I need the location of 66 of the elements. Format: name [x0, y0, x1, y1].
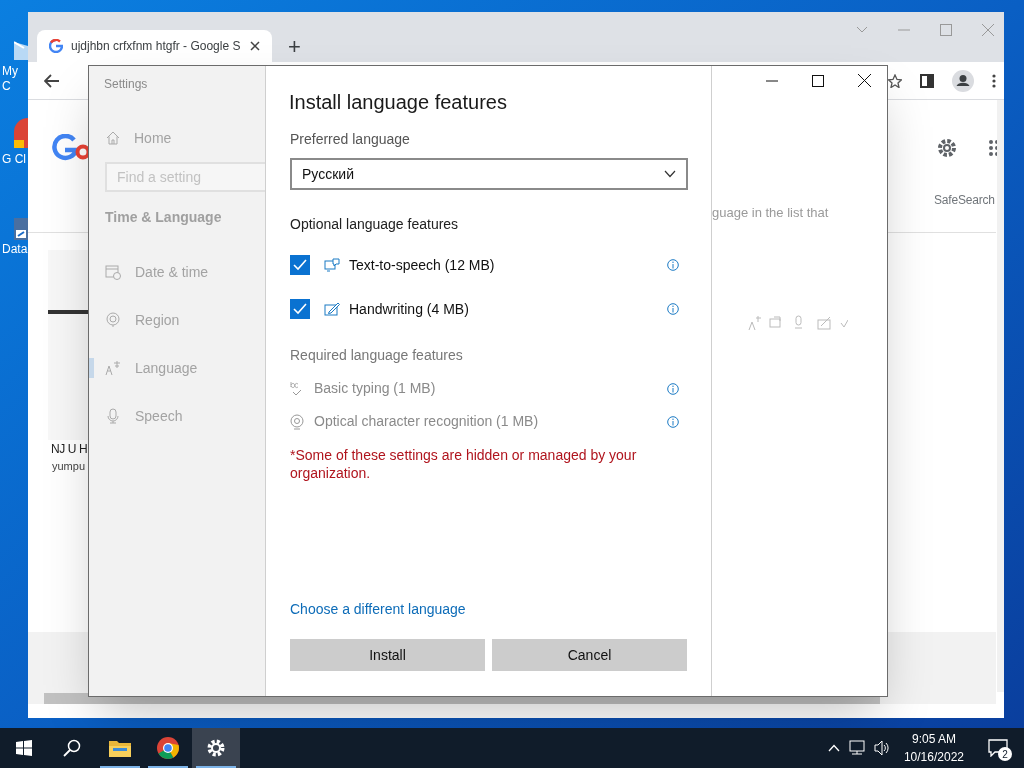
description-text: guage in the list that — [712, 204, 829, 222]
language-icon — [105, 360, 121, 376]
window-title: Settings — [103, 76, 149, 93]
info-icon[interactable] — [667, 415, 679, 428]
section-heading: Required language features — [290, 346, 464, 365]
warning-text: *Some of these settings are hidden or managed by your organization. — [290, 446, 638, 482]
checkbox[interactable] — [290, 255, 310, 275]
install-button[interactable]: Install — [290, 639, 485, 671]
section-heading: Optional language features — [290, 215, 460, 234]
result-title[interactable]: NJ U H — [51, 440, 88, 458]
info-icon[interactable] — [667, 303, 679, 315]
chevron-down-icon — [664, 170, 676, 178]
result-source: yumpu — [52, 459, 86, 474]
network-icon[interactable] — [847, 740, 866, 756]
profile-avatar-icon[interactable] — [952, 70, 974, 92]
menu-icon[interactable] — [992, 74, 996, 88]
camera-icon — [290, 413, 304, 430]
shortcut-icon[interactable] — [14, 218, 28, 240]
start-icon — [16, 740, 32, 756]
notifications-button[interactable]: 2 — [978, 728, 1018, 768]
desktop-icon-label[interactable]: G Cl — [2, 152, 28, 167]
clock[interactable]: 9:05 AM 10/16/2022 — [897, 730, 970, 766]
feature-label: Handwriting (4 MB) — [349, 299, 470, 319]
browser-icon — [156, 736, 180, 760]
star-icon[interactable] — [888, 74, 902, 88]
close-icon[interactable] — [250, 41, 260, 51]
spell-check-icon — [290, 380, 304, 397]
google-icon — [49, 39, 63, 53]
desktop-icon-label[interactable]: My C — [2, 64, 28, 94]
dialog-title: Install language features — [289, 90, 508, 115]
back-icon[interactable] — [44, 73, 60, 88]
field-label: Preferred language — [290, 130, 411, 149]
feature-label: Text-to-speech (12 MB) — [349, 255, 496, 275]
home-icon — [106, 131, 120, 145]
gear-icon — [206, 738, 226, 758]
desktop-icon-label[interactable]: Data — [2, 242, 28, 257]
new-tab-button[interactable]: + — [288, 30, 301, 62]
different-language-link[interactable]: Choose a different language — [290, 599, 466, 620]
maximize-icon[interactable] — [812, 74, 824, 87]
info-icon[interactable] — [667, 382, 679, 395]
microphone-icon — [105, 408, 121, 424]
checkbox[interactable] — [290, 299, 310, 319]
message-icon — [988, 739, 1008, 757]
settings-icon[interactable] — [936, 137, 958, 159]
browser-tab[interactable]: ujdjhbn crfxfnm htgfr - Google S — [37, 30, 272, 62]
search-icon — [63, 739, 81, 757]
speech-bubble-monitor-icon — [324, 258, 340, 272]
chevron-up-icon[interactable] — [827, 744, 840, 752]
cancel-button[interactable]: Cancel — [492, 639, 687, 671]
globe-icon — [105, 312, 121, 328]
notification-count: 2 — [998, 747, 1012, 761]
section-heading: Time & Language — [104, 208, 223, 227]
side-panel-icon[interactable] — [920, 74, 934, 88]
volume-icon[interactable] — [873, 740, 890, 756]
info-icon[interactable] — [667, 259, 679, 271]
safesearch-link[interactable]: SafeSearch — [934, 191, 995, 209]
language-dropdown[interactable]: Русский — [290, 158, 688, 190]
calendar-clock-icon — [105, 264, 121, 280]
folder-icon — [109, 739, 131, 757]
taskbar-button[interactable] — [192, 728, 240, 768]
pen-icon — [324, 302, 340, 316]
google-logo-icon — [52, 134, 88, 162]
close-icon[interactable] — [858, 74, 871, 87]
computer-icon[interactable] — [14, 40, 28, 60]
feature-label: Optical character recognition (1 MB) — [314, 412, 540, 431]
feature-label: Basic typing (1 MB) — [314, 379, 437, 398]
